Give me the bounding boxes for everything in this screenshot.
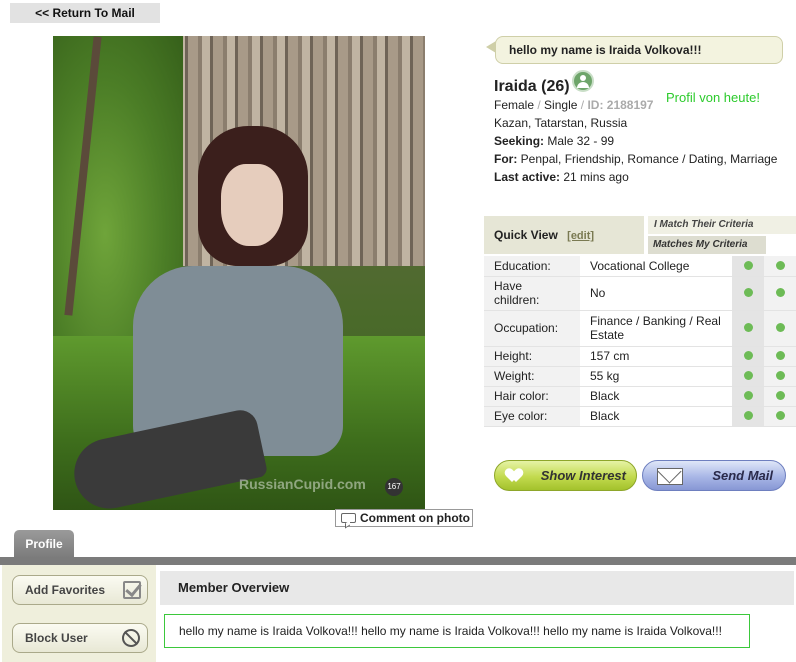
match-dot-icon bbox=[743, 391, 753, 400]
row-value: 157 cm bbox=[580, 346, 732, 367]
for-label: For: bbox=[494, 152, 518, 166]
table-row: Education: Vocational College bbox=[484, 256, 796, 277]
profile-name-age: Iraida (26) bbox=[494, 78, 570, 95]
match-dot-icon bbox=[743, 351, 753, 360]
add-favorites-button[interactable]: Add Favorites bbox=[12, 575, 148, 605]
seeking-line: Seeking: Male 32 - 99 bbox=[494, 132, 614, 150]
row-value: Black bbox=[580, 386, 732, 407]
row-label: Education: bbox=[484, 256, 580, 277]
show-interest-button[interactable]: Show Interest bbox=[494, 460, 637, 491]
quick-view-title: Quick View bbox=[494, 228, 558, 242]
gender-text: Female bbox=[494, 98, 535, 112]
match-dot-icon bbox=[743, 288, 753, 297]
match-dot-icon bbox=[775, 288, 785, 297]
profile-sidebar: Add Favorites Block User bbox=[2, 565, 156, 662]
table-row: Height: 157 cm bbox=[484, 346, 796, 367]
annotation-text: Profil von heute! bbox=[666, 90, 760, 105]
table-row: Eye color: Black bbox=[484, 406, 796, 427]
row-label: Weight: bbox=[484, 366, 580, 387]
seeking-value: Male 32 - 99 bbox=[547, 134, 615, 148]
profile-id: ID: 2188197 bbox=[587, 98, 654, 112]
row-value: Vocational College bbox=[580, 256, 732, 277]
row-label: Eye color: bbox=[484, 406, 580, 427]
match-dot-icon bbox=[775, 371, 785, 380]
for-value: Penpal, Friendship, Romance / Dating, Ma… bbox=[520, 152, 778, 166]
table-row: Weight: 55 kg bbox=[484, 366, 796, 387]
criteria-header-mine: Matches My Criteria bbox=[648, 236, 766, 254]
last-active-line: Last active: 21 mins ago bbox=[494, 168, 629, 186]
online-status-icon bbox=[572, 70, 594, 92]
tab-bar bbox=[0, 557, 796, 565]
member-overview-title: Member Overview bbox=[160, 571, 794, 605]
quick-view-header: Quick View [edit] bbox=[484, 216, 644, 254]
match-dot-icon bbox=[775, 391, 785, 400]
criteria-header-their: I Match Their Criteria bbox=[648, 216, 796, 234]
table-row: Hair color: Black bbox=[484, 386, 796, 407]
row-label: Height: bbox=[484, 346, 580, 367]
location-text: Kazan, Tatarstan, Russia bbox=[494, 116, 628, 130]
block-user-button[interactable]: Block User bbox=[12, 623, 148, 653]
row-label: Hair color: bbox=[484, 386, 580, 407]
show-interest-label: Show Interest bbox=[540, 468, 626, 483]
for-line: For: Penpal, Friendship, Romance / Datin… bbox=[494, 150, 777, 168]
comment-on-photo-button[interactable]: Comment on photo bbox=[335, 509, 473, 527]
last-active-value: 21 mins ago bbox=[563, 170, 629, 184]
return-to-mail-button[interactable]: << Return To Mail bbox=[10, 3, 160, 23]
heart-icon bbox=[507, 469, 521, 482]
add-favorites-label: Add Favorites bbox=[25, 583, 106, 597]
quick-view-edit-link[interactable]: [edit] bbox=[567, 230, 594, 242]
send-mail-button[interactable]: Send Mail bbox=[642, 460, 786, 491]
checkbox-icon bbox=[123, 581, 141, 599]
member-overview-text: hello my name is Iraida Volkova!!! hello… bbox=[164, 614, 750, 648]
row-value: No bbox=[580, 276, 732, 311]
match-dot-icon bbox=[743, 411, 753, 420]
photo-count-badge: 167 bbox=[385, 478, 403, 496]
block-user-label: Block User bbox=[25, 631, 88, 645]
block-icon bbox=[122, 629, 140, 647]
table-row: Occupation: Finance / Banking / Real Est… bbox=[484, 310, 796, 347]
headline-bubble: hello my name is Iraida Volkova!!! bbox=[495, 36, 783, 64]
comment-label: Comment on photo bbox=[360, 511, 470, 525]
envelope-icon bbox=[657, 468, 683, 485]
tab-profile[interactable]: Profile bbox=[14, 530, 74, 558]
comment-icon bbox=[341, 513, 356, 523]
table-row: Have children: No bbox=[484, 276, 796, 311]
quick-view-table: Education: Vocational College Have child… bbox=[484, 256, 796, 427]
row-label: Occupation: bbox=[484, 310, 580, 347]
match-dot-icon bbox=[743, 260, 753, 270]
match-dot-icon bbox=[775, 260, 785, 270]
match-dot-icon bbox=[743, 323, 753, 332]
match-dot-icon bbox=[775, 351, 785, 360]
seeking-label: Seeking: bbox=[494, 134, 545, 148]
photo-watermark: RussianCupid.com bbox=[239, 476, 366, 492]
profile-photo[interactable]: RussianCupid.com 167 bbox=[53, 36, 425, 510]
row-value: Black bbox=[580, 406, 732, 427]
last-active-label: Last active: bbox=[494, 170, 561, 184]
match-dot-icon bbox=[775, 323, 785, 332]
status-text: Single bbox=[544, 98, 578, 112]
profile-basic-info: Female / Single / ID: 2188197 bbox=[494, 98, 654, 112]
row-value: 55 kg bbox=[580, 366, 732, 387]
match-dot-icon bbox=[743, 371, 753, 380]
row-value: Finance / Banking / Real Estate bbox=[580, 310, 732, 347]
send-mail-label: Send Mail bbox=[712, 468, 773, 483]
match-dot-icon bbox=[775, 411, 785, 420]
row-label: Have children: bbox=[484, 276, 580, 311]
photo-person-face bbox=[221, 164, 283, 246]
